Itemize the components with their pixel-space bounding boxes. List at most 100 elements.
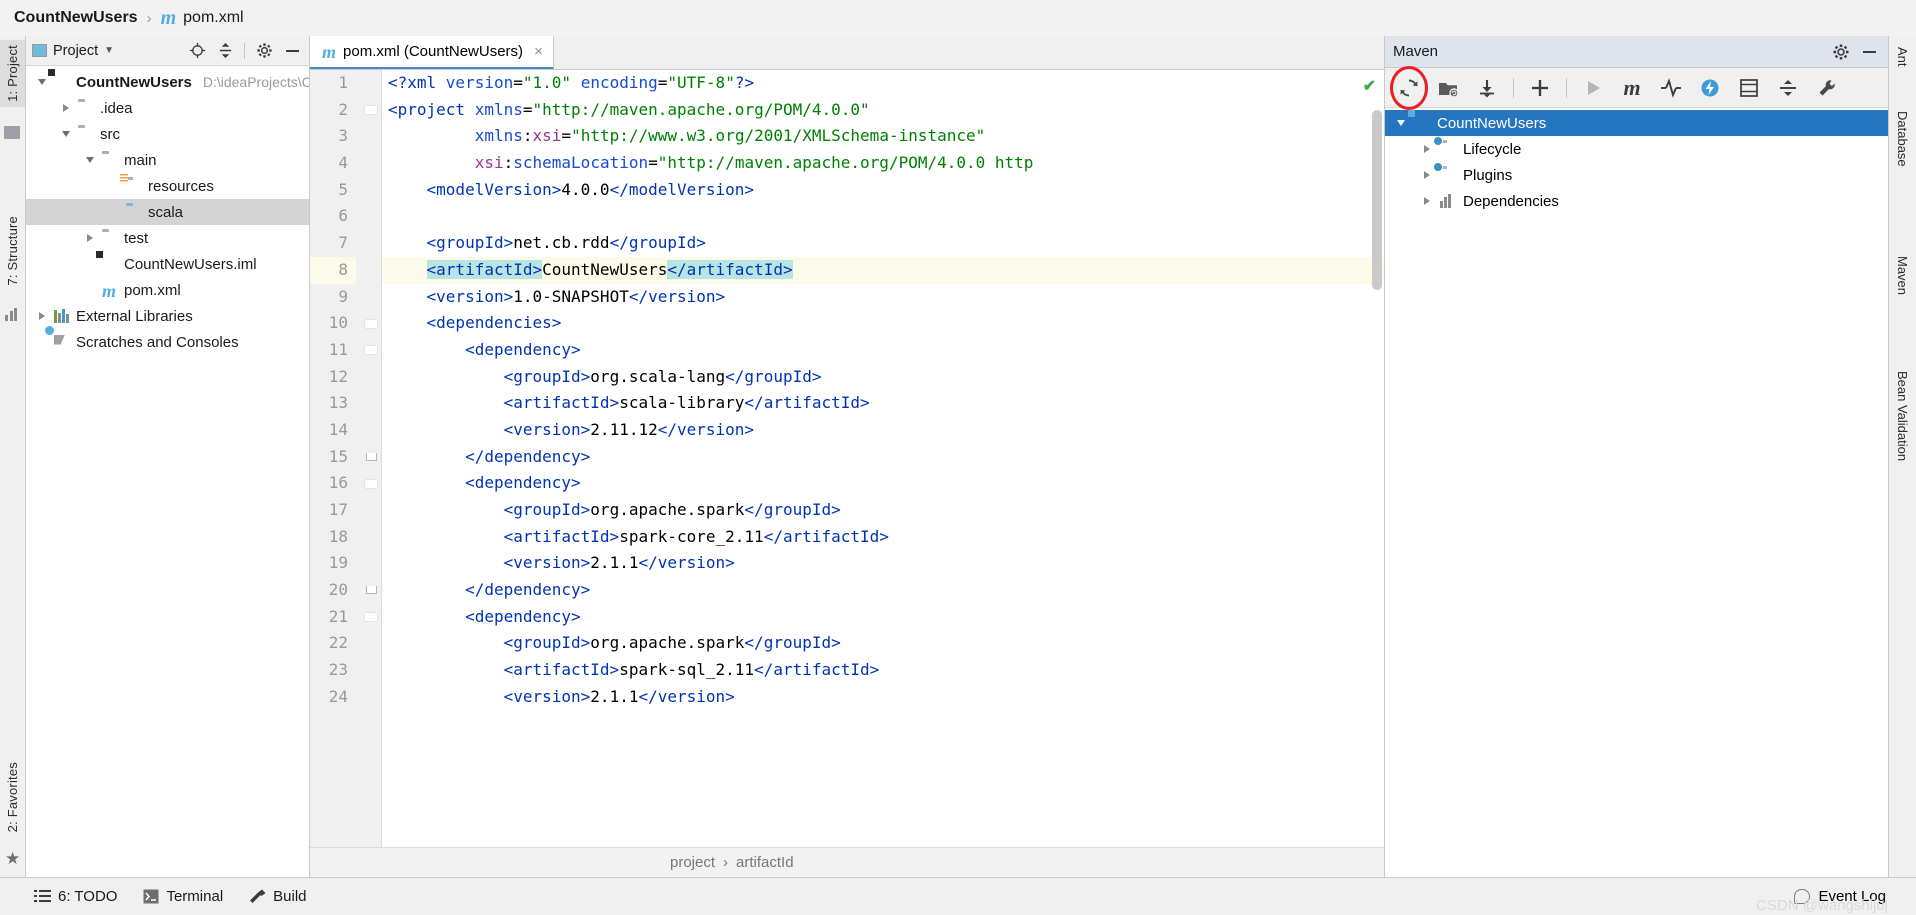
code-line[interactable]: <artifactId>spark-sql_2.11</artifactId> (382, 657, 1384, 684)
chevron-right-icon[interactable] (1423, 145, 1430, 153)
download-sources-icon[interactable] (1471, 72, 1503, 104)
locate-icon[interactable] (186, 40, 208, 62)
fold-marker-icon[interactable] (362, 310, 380, 337)
fold-marker-icon[interactable] (362, 470, 380, 497)
code-line[interactable]: <?xml version="1.0" encoding="UTF-8"?> (382, 70, 1384, 97)
code-line[interactable]: <groupId>org.apache.spark</groupId> (382, 630, 1384, 657)
sidebar-item-ant[interactable]: Ant (1889, 42, 1916, 72)
editor-gutter[interactable]: 1 2 3 4 5 6 7 8 9 10 11 12 13 14 15 16 17 18 19 20 21 22 23 24 (310, 70, 382, 847)
code-line[interactable]: <dependency> (382, 337, 1384, 364)
code-line[interactable]: <groupId>net.cb.rdd</groupId> (382, 230, 1384, 257)
code-line[interactable]: xmlns:xsi="http://www.w3.org/2001/XMLSch… (382, 123, 1384, 150)
fold-markers[interactable] (362, 70, 380, 711)
code-line[interactable]: <dependency> (382, 604, 1384, 631)
chevron-down-icon[interactable] (61, 131, 70, 137)
chevron-down-icon[interactable]: ▼ (104, 45, 114, 56)
code-line[interactable]: </dependency> (382, 577, 1384, 604)
hide-icon[interactable] (281, 40, 303, 62)
maven-tree-item-dependencies[interactable]: Dependencies (1385, 188, 1888, 214)
ok-check-icon[interactable]: ✔ (1363, 76, 1376, 96)
code-line[interactable]: <version>1.0-SNAPSHOT</version> (382, 284, 1384, 311)
code-line[interactable]: <version>2.11.12</version> (382, 417, 1384, 444)
tree-item-src[interactable]: src (26, 121, 309, 147)
code-token: <dependencies> (426, 313, 562, 333)
code-line[interactable]: <modelVersion>4.0.0</modelVersion> (382, 177, 1384, 204)
fold-marker-icon[interactable] (362, 444, 380, 471)
breadcrumb-item-project[interactable]: project (670, 854, 715, 871)
chevron-down-icon[interactable] (37, 79, 46, 85)
gear-icon[interactable] (1830, 41, 1852, 63)
code-line[interactable]: <project xmlns="http://maven.apache.org/… (382, 97, 1384, 124)
code-line[interactable]: </dependency> (382, 444, 1384, 471)
toggle-offline-mode-icon[interactable] (1694, 72, 1726, 104)
breadcrumb-project-name[interactable]: CountNewUsers (14, 9, 138, 27)
tree-item-pom-xml[interactable]: m pom.xml (26, 277, 309, 303)
sidebar-item-database[interactable]: Database (1889, 106, 1916, 172)
chevron-down-icon[interactable] (1396, 120, 1405, 126)
code-line[interactable]: <groupId>org.scala-lang</groupId> (382, 364, 1384, 391)
expand-all-icon[interactable] (1733, 72, 1765, 104)
code-line[interactable]: <groupId>org.apache.spark</groupId> (382, 497, 1384, 524)
run-play-icon[interactable] (1577, 72, 1609, 104)
code-line[interactable]: <version>2.1.1</version> (382, 684, 1384, 711)
code-line[interactable]: <artifactId>spark-core_2.11</artifactId> (382, 524, 1384, 551)
execute-maven-goal-icon[interactable]: m (1616, 72, 1648, 104)
maven-settings-wrench-icon[interactable] (1811, 72, 1843, 104)
code-editor[interactable]: 1 2 3 4 5 6 7 8 9 10 11 12 13 14 15 16 17 18 19 20 21 22 23 24 … (310, 70, 1384, 847)
tree-item-resources[interactable]: resources (26, 173, 309, 199)
status-item-todo[interactable]: 6: TODO (34, 888, 117, 905)
tree-item-test[interactable]: test (26, 225, 309, 251)
close-icon[interactable]: × (534, 43, 543, 60)
code-line[interactable]: <artifactId>CountNewUsers</artifactId> (382, 256, 1384, 284)
maven-tree-item-plugins[interactable]: Plugins (1385, 162, 1888, 188)
tab-pom-xml[interactable]: m pom.xml (CountNewUsers) × (310, 36, 554, 69)
breadcrumb-file-name[interactable]: pom.xml (183, 9, 243, 27)
maven-tree-item-lifecycle[interactable]: Lifecycle (1385, 136, 1888, 162)
maven-tree-item-countnewusers[interactable]: CountNewUsers (1385, 110, 1888, 136)
maven-projects-tree[interactable]: CountNewUsers Lifecycle Plugins Dependencie… (1385, 108, 1888, 877)
tree-item-external-libraries[interactable]: External Libraries (26, 303, 309, 329)
code-line[interactable]: <version>2.1.1</version> (382, 550, 1384, 577)
sidebar-item-favorites[interactable]: 2: Favorites (0, 757, 25, 837)
chevron-right-icon[interactable] (1423, 171, 1430, 179)
chevron-right-icon[interactable] (38, 312, 45, 320)
code-content[interactable]: <?xml version="1.0" encoding="UTF-8"?> <p… (382, 70, 1384, 847)
breadcrumb-item-artifactid[interactable]: artifactId (736, 854, 794, 871)
tree-item-countnewusers-iml[interactable]: CountNewUsers.iml (26, 251, 309, 277)
tree-item-scala[interactable]: scala (26, 199, 309, 225)
code-line[interactable]: <dependencies> (382, 310, 1384, 337)
collapse-all-icon[interactable] (214, 40, 236, 62)
chevron-right-icon[interactable] (62, 104, 69, 112)
add-maven-project-icon[interactable] (1432, 72, 1464, 104)
tree-item-main[interactable]: main (26, 147, 309, 173)
sidebar-item-bean-validation[interactable]: Bean Validation (1889, 366, 1916, 466)
status-item-terminal[interactable]: Terminal (143, 888, 223, 905)
toggle-skip-tests-icon[interactable] (1655, 72, 1687, 104)
collapse-all-icon[interactable] (1772, 72, 1804, 104)
fold-marker-icon[interactable] (362, 604, 380, 631)
code-line[interactable]: <dependency> (382, 470, 1384, 497)
chevron-down-icon[interactable] (85, 157, 94, 163)
libraries-icon (54, 308, 71, 325)
fold-marker-icon[interactable] (362, 577, 380, 604)
status-item-build[interactable]: Build (249, 888, 307, 905)
code-line[interactable]: xsi:schemaLocation="http://maven.apache.… (382, 150, 1384, 177)
fold-marker-icon[interactable] (362, 337, 380, 364)
tree-item-scratches-and-consoles[interactable]: Scratches and Consoles (26, 329, 309, 355)
fold-marker-icon[interactable] (362, 97, 380, 124)
project-tree[interactable]: CountNewUsers D:\ideaProjects\C .idea src ma… (26, 66, 309, 877)
chevron-right-icon[interactable] (86, 234, 93, 242)
hide-icon[interactable] (1858, 41, 1880, 63)
reload-all-maven-projects-icon[interactable] (1390, 65, 1428, 110)
sidebar-item-maven[interactable]: Maven (1889, 251, 1916, 300)
tree-item-idea[interactable]: .idea (26, 95, 309, 121)
sidebar-item-structure[interactable]: 7: Structure (0, 211, 25, 291)
code-line[interactable] (382, 203, 1384, 230)
sidebar-item-project[interactable]: 1: Project (0, 40, 25, 107)
add-plus-icon[interactable] (1524, 72, 1556, 104)
chevron-right-icon[interactable] (1423, 197, 1430, 205)
editor-scrollbar[interactable] (1372, 110, 1382, 290)
code-line[interactable]: <artifactId>scala-library</artifactId> (382, 390, 1384, 417)
gear-icon[interactable] (253, 40, 275, 62)
tree-item-countnewusers[interactable]: CountNewUsers D:\ideaProjects\C (26, 69, 309, 95)
